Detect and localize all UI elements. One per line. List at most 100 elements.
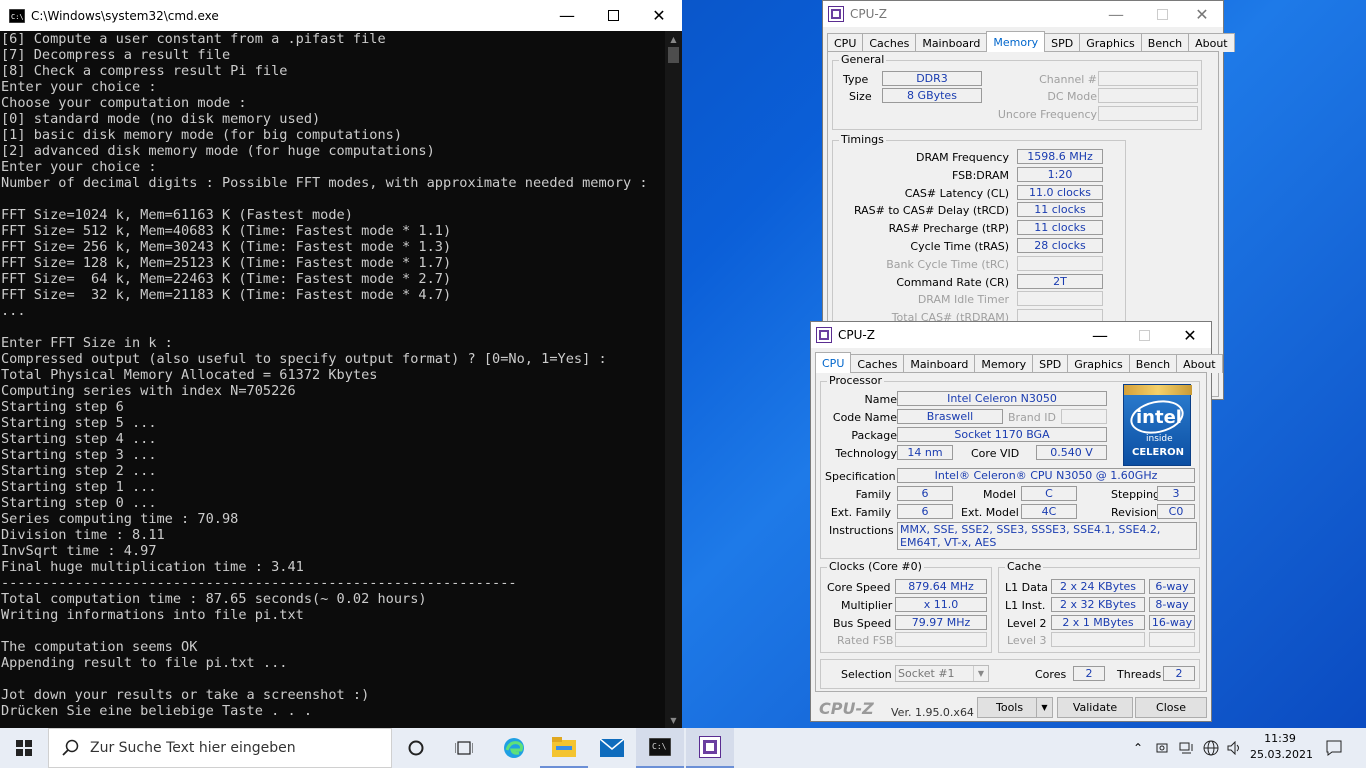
webcam-icon[interactable] (1152, 728, 1174, 768)
console-line: Starting step 1 ... (1, 479, 157, 495)
core-vid-value: 0.540 V (1036, 445, 1107, 460)
scroll-down-icon[interactable]: ▼ (665, 712, 682, 728)
mail-icon[interactable] (588, 728, 636, 768)
core-speed-value: 879.64 MHz (895, 579, 987, 594)
maximize-icon[interactable] (590, 0, 636, 31)
edge-icon[interactable] (490, 728, 538, 768)
console-line: [7] Decompress a result file (1, 47, 231, 63)
tab-bench[interactable]: Bench (1128, 354, 1178, 373)
tab-spd[interactable]: SPD (1032, 354, 1069, 373)
tools-button[interactable]: Tools ▼ (977, 697, 1053, 718)
cortana-icon[interactable] (392, 728, 440, 768)
tab-mainboard[interactable]: Mainboard (915, 33, 988, 52)
tab-caches[interactable]: Caches (850, 354, 905, 373)
console-line: Starting step 6 (1, 399, 124, 415)
l1-inst-label: L1 Inst. (1005, 599, 1046, 612)
timing-value: 11 clocks (1017, 220, 1103, 236)
threads-label: Threads (1117, 668, 1162, 681)
minimize-icon[interactable]: — (544, 0, 590, 31)
tab-graphics[interactable]: Graphics (1079, 33, 1142, 52)
console-line: FFT Size= 256 k, Mem=30243 K (Time: Fast… (1, 239, 452, 255)
windows-start-icon[interactable] (0, 728, 48, 768)
console-line: ----------------------------------------… (1, 575, 517, 591)
minimize-icon[interactable]: — (1093, 1, 1139, 27)
general-group: General Type DDR3 Size 8 GBytes Channel … (832, 53, 1202, 130)
processor-label: Processor (827, 374, 884, 387)
console-line: Writing informations into file pi.txt (1, 607, 304, 623)
channel-value (1098, 71, 1198, 86)
clocks-group: Clocks (Core #0) Core Speed 879.64 MHz M… (820, 560, 992, 653)
selection-group: Selection Socket #1 ▼ Cores 2 Threads 2 (820, 659, 1200, 689)
family-label: Family (855, 488, 891, 501)
cpuz-taskbar-icon[interactable] (686, 728, 734, 768)
package-label: Package (851, 429, 897, 442)
search-placeholder: Zur Suche Text hier eingeben (90, 740, 296, 756)
tab-about[interactable]: About (1176, 354, 1223, 373)
volume-icon[interactable] (1224, 728, 1246, 768)
cpuz-icon (828, 6, 844, 22)
socket-select[interactable]: Socket #1 ▼ (895, 665, 989, 682)
console-scrollbar[interactable]: ▲ ▼ (665, 31, 682, 728)
tab-cpu[interactable]: CPU (815, 352, 852, 373)
timing-value (1017, 255, 1103, 271)
minimize-icon[interactable]: — (1077, 322, 1123, 348)
stepping-label: Stepping (1111, 488, 1161, 501)
file-explorer-icon[interactable] (540, 728, 588, 768)
svg-text:C:\: C:\ (652, 742, 667, 751)
cpuz-memory-title: CPU-Z (850, 7, 887, 21)
scroll-thumb[interactable] (668, 47, 679, 63)
cmd-titlebar[interactable]: C:\ C:\Windows\system32\cmd.exe — ✕ (0, 0, 682, 31)
clocks-label: Clocks (Core #0) (827, 560, 924, 573)
validate-button[interactable]: Validate (1057, 697, 1133, 718)
core-speed-label: Core Speed (827, 581, 891, 594)
tab-about[interactable]: About (1188, 33, 1235, 52)
size-value: 8 GBytes (882, 88, 982, 103)
tab-memory[interactable]: Memory (986, 31, 1046, 52)
revision-value: C0 (1157, 504, 1195, 519)
console-line: Total Physical Memory Allocated = 61372 … (1, 367, 378, 383)
cpu-panel: Processor Name Intel Celeron N3050 Code … (815, 372, 1207, 692)
scroll-up-icon[interactable]: ▲ (665, 31, 682, 47)
instructions-label: Instructions (829, 524, 894, 537)
tab-bench[interactable]: Bench (1140, 33, 1190, 52)
cores-label: Cores (1035, 668, 1067, 681)
close-icon[interactable]: ✕ (1179, 1, 1225, 27)
uncore-value (1098, 106, 1198, 121)
cpuz-titlebar[interactable]: CPU-Z — ✕ (811, 322, 1211, 348)
console-line: Starting step 4 ... (1, 431, 157, 447)
close-icon[interactable]: ✕ (636, 0, 682, 31)
ext-family-value: 6 (897, 504, 953, 519)
clock-date: 25.03.2021 (1250, 748, 1313, 761)
cpuz-memory-titlebar[interactable]: CPU-Z — ✕ (823, 1, 1223, 27)
console-line: [6] Compute a user constant from a .pifa… (1, 31, 386, 47)
close-icon[interactable]: ✕ (1167, 322, 1213, 348)
clock-time: 11:39 (1264, 732, 1296, 745)
l1-inst-value: 2 x 32 KBytes (1051, 597, 1145, 612)
console-line: FFT Size=1024 k, Mem=61163 K (Fastest mo… (1, 207, 353, 223)
clock[interactable]: 11:39 25.03.2021 (1250, 731, 1313, 763)
console-output[interactable]: [6] Compute a user constant from a .pifa… (0, 31, 665, 728)
console-line: FFT Size= 64 k, Mem=22463 K (Time: Faste… (1, 271, 452, 287)
console-line: Choose your computation mode : (1, 95, 247, 111)
specification-label: Specification (825, 470, 896, 483)
timing-label: RAS# to CAS# Delay (tRCD) (853, 204, 1009, 218)
level2-value: 2 x 1 MBytes (1051, 615, 1145, 630)
tab-cpu[interactable]: CPU (827, 33, 864, 52)
tab-memory[interactable]: Memory (974, 354, 1034, 373)
tab-mainboard[interactable]: Mainboard (903, 354, 976, 373)
stepping-value: 3 (1157, 486, 1195, 501)
tab-spd[interactable]: SPD (1044, 33, 1081, 52)
taskbar-search[interactable]: Zur Suche Text hier eingeben (48, 728, 392, 768)
task-view-icon[interactable] (440, 728, 488, 768)
tools-dropdown-icon[interactable]: ▼ (1036, 698, 1052, 717)
chevron-up-icon[interactable]: ⌃ (1128, 728, 1148, 768)
globe-icon[interactable] (1200, 728, 1222, 768)
level2-ways: 16-way (1149, 615, 1195, 630)
tab-graphics[interactable]: Graphics (1067, 354, 1130, 373)
cmd-taskbar-icon[interactable]: C:\ (636, 728, 684, 768)
network-icon[interactable] (1176, 728, 1198, 768)
close-button[interactable]: Close (1135, 697, 1207, 718)
notification-icon[interactable] (1316, 728, 1352, 768)
tab-caches[interactable]: Caches (862, 33, 917, 52)
